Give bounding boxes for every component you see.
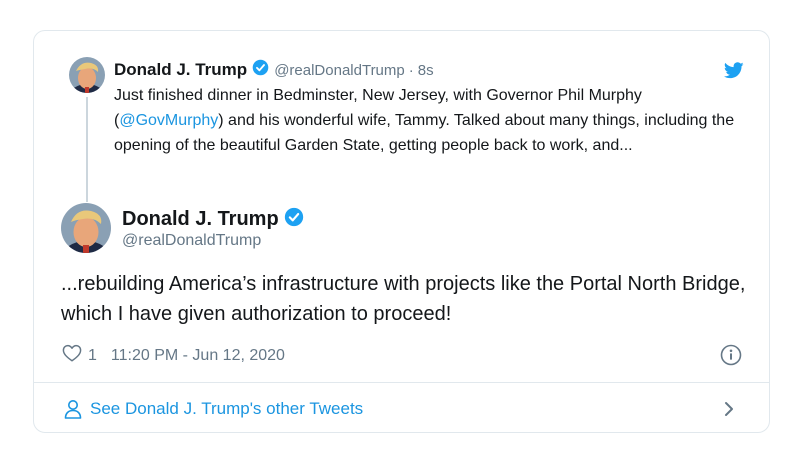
tweet-meta-row: 1 11:20 PM - Jun 12, 2020 [62,344,285,367]
main-tweet-header: Donald J. Trump [122,207,304,232]
chevron-right-icon[interactable] [722,399,736,419]
parent-tweet-time[interactable]: 8s [418,62,434,79]
thread-connector-line [86,97,88,202]
parent-author-handle[interactable]: @realDonaldTrump [274,62,405,79]
main-tweet-text: ...rebuilding America’s infrastructure w… [61,273,746,325]
heart-icon[interactable] [62,344,88,367]
parent-tweet-header: Donald J. Trump @realDonaldTrump · 8s [114,59,434,81]
main-avatar[interactable] [61,203,111,253]
see-other-tweets-label[interactable]: See Donald J. Trump's other Tweets [90,399,363,419]
tweet-timestamp[interactable]: 11:20 PM - Jun 12, 2020 [111,347,285,365]
separator-dot: · [408,61,414,79]
verified-badge-icon [252,59,269,81]
like-count[interactable]: 1 [88,347,97,365]
verified-badge-icon [284,207,304,232]
parent-avatar[interactable] [69,57,105,93]
twitter-bird-icon[interactable] [723,62,744,79]
person-icon [64,399,82,419]
parent-author-name[interactable]: Donald J. Trump [114,60,247,80]
info-icon[interactable] [720,344,742,366]
main-author-name[interactable]: Donald J. Trump [122,208,279,231]
mention-link[interactable]: @GovMurphy [119,112,218,129]
see-other-tweets-link[interactable]: See Donald J. Trump's other Tweets [34,383,769,433]
parent-tweet-text: Just finished dinner in Bedminster, New … [114,83,744,158]
embedded-tweet-card: Donald J. Trump @realDonaldTrump · 8s Ju… [33,30,770,433]
main-author-handle[interactable]: @realDonaldTrump [122,232,261,250]
